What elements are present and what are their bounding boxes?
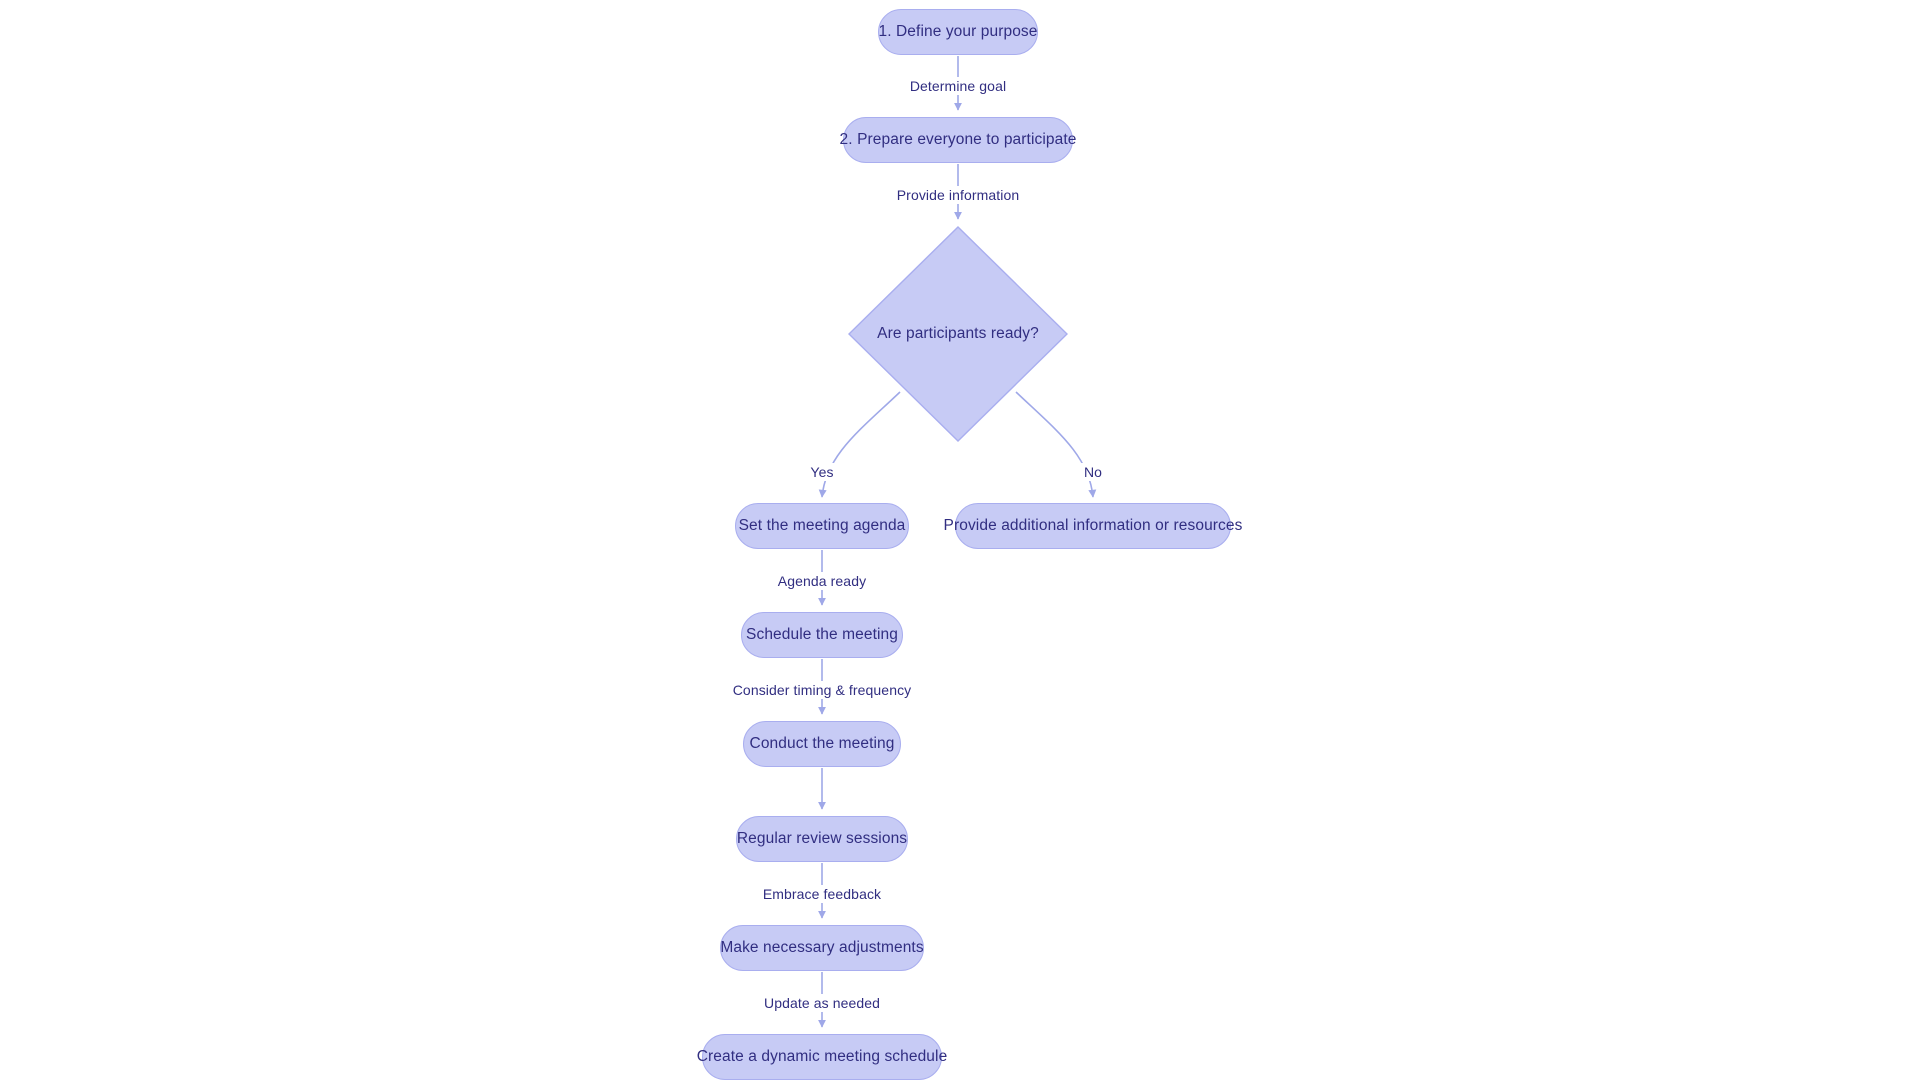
node-make-necessary-adjustments[interactable]: Make necessary adjustments — [720, 925, 924, 971]
node-label: Create a dynamic meeting schedule — [696, 1048, 948, 1066]
node-conduct-the-meeting[interactable]: Conduct the meeting — [743, 721, 901, 767]
node-label: Provide additional information or resour… — [943, 517, 1243, 535]
node-label: Conduct the meeting — [749, 735, 895, 753]
flowchart-canvas: 1. Define your purpose 2. Prepare everyo… — [0, 0, 1920, 1080]
node-label: 1. Define your purpose — [878, 23, 1038, 41]
node-provide-additional-information-or-resources[interactable]: Provide additional information or resour… — [944, 503, 1242, 549]
node-regular-review-sessions[interactable]: Regular review sessions — [736, 816, 908, 862]
node-define-your-purpose[interactable]: 1. Define your purpose — [878, 9, 1038, 55]
node-label: Are participants ready? — [877, 325, 1039, 343]
node-label: 2. Prepare everyone to participate — [839, 131, 1077, 149]
edge-label-embrace-feedback: Embrace feedback — [758, 885, 886, 903]
node-are-participants-ready[interactable]: Are participants ready? — [848, 226, 1068, 442]
edge-label-update-as-needed: Update as needed — [759, 994, 885, 1012]
edge-label-consider-timing-frequency: Consider timing & frequency — [728, 681, 916, 699]
node-label: Set the meeting agenda — [738, 517, 906, 535]
edge-label-determine-goal: Determine goal — [905, 77, 1011, 95]
node-prepare-everyone-to-participate[interactable]: 2. Prepare everyone to participate — [840, 117, 1076, 163]
node-label: Schedule the meeting — [746, 626, 898, 644]
edge-label-yes: Yes — [806, 463, 838, 481]
node-label: Regular review sessions — [736, 830, 908, 848]
node-create-a-dynamic-meeting-schedule[interactable]: Create a dynamic meeting schedule — [697, 1034, 947, 1080]
edge-label-agenda-ready: Agenda ready — [773, 572, 871, 590]
edge-label-no: No — [1079, 463, 1107, 481]
node-set-the-meeting-agenda[interactable]: Set the meeting agenda — [735, 503, 909, 549]
node-schedule-the-meeting[interactable]: Schedule the meeting — [741, 612, 903, 658]
edge-label-provide-information: Provide information — [892, 186, 1024, 204]
node-label: Make necessary adjustments — [720, 939, 924, 957]
